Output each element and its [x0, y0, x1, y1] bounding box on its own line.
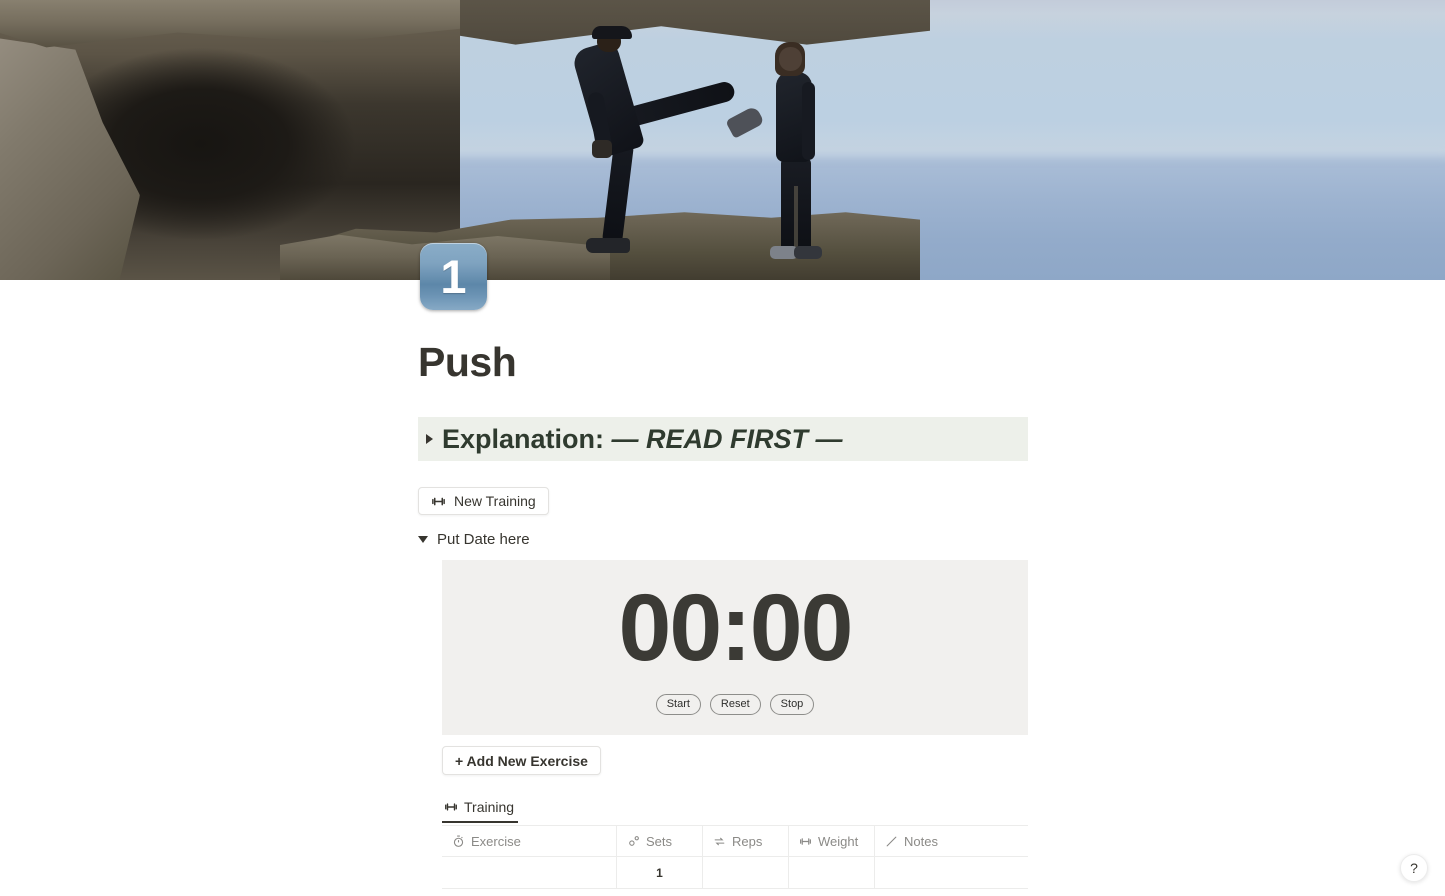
column-header-reps-label: Reps: [732, 833, 763, 849]
column-header-exercise-label: Exercise: [471, 833, 521, 849]
person-standing-head: [779, 47, 802, 71]
column-header-sets[interactable]: Sets: [617, 826, 703, 857]
column-header-weight-label: Weight: [818, 833, 859, 849]
date-toggle-block[interactable]: Put Date here: [418, 531, 1028, 548]
person-standing-arm: [802, 82, 815, 160]
chevron-down-icon[interactable]: [418, 536, 428, 544]
new-training-button[interactable]: New Training: [418, 487, 549, 516]
add-new-exercise-button[interactable]: + Add New Exercise: [442, 746, 601, 776]
person-standing-leg-gap: [794, 186, 798, 250]
pencil-icon: [885, 835, 898, 848]
training-database: Training Exercise Sets Reps Weight Notes…: [442, 797, 1028, 890]
cell-reps[interactable]: [703, 857, 789, 889]
explanation-label-plain: Explanation:: [442, 423, 612, 454]
person-kicking-hand: [592, 140, 612, 158]
column-header-exercise[interactable]: Exercise: [442, 826, 617, 857]
dumbbell-icon: [799, 835, 812, 848]
help-button[interactable]: ?: [1400, 854, 1428, 882]
stopwatch-icon: [452, 835, 465, 848]
timer-embed: 00:00 Start Reset Stop: [442, 560, 1028, 736]
date-toggle-label: Put Date here: [437, 531, 530, 549]
dumbbell-icon: [444, 800, 458, 814]
cell-sets[interactable]: 1: [617, 857, 703, 889]
column-header-sets-label: Sets: [646, 833, 673, 849]
page-content-column: Push Explanation: — READ FIRST — New Tra…: [418, 338, 1028, 890]
gear-icon: [627, 835, 640, 848]
tab-training[interactable]: Training: [442, 799, 519, 824]
cell-exercise[interactable]: [442, 857, 617, 889]
database-header-row: Exercise Sets Reps Weight Notes: [442, 825, 1028, 858]
person-standing-shoe: [586, 238, 630, 253]
cell-weight[interactable]: [789, 857, 875, 889]
table-row[interactable]: 1: [442, 857, 1028, 890]
column-header-reps[interactable]: Reps: [703, 826, 789, 857]
page-icon-number-one[interactable]: 1: [420, 243, 487, 310]
new-training-label: New Training: [454, 493, 536, 510]
repeat-icon: [713, 835, 726, 848]
person-standing-shoe-right: [794, 246, 822, 259]
cell-notes[interactable]: [875, 857, 1028, 888]
dumbbell-icon: [431, 494, 446, 509]
explanation-toggle-heading[interactable]: Explanation: — READ FIRST —: [418, 417, 1028, 462]
page-title[interactable]: Push: [418, 338, 1028, 387]
column-header-weight[interactable]: Weight: [789, 826, 875, 857]
timer-controls: Start Reset Stop: [655, 693, 815, 715]
timer-stop-button[interactable]: Stop: [769, 693, 815, 715]
column-header-notes[interactable]: Notes: [875, 826, 1028, 856]
column-header-notes-label: Notes: [904, 833, 938, 849]
timer-reset-button[interactable]: Reset: [709, 693, 761, 715]
chevron-right-icon[interactable]: [426, 434, 433, 445]
tab-training-label: Training: [464, 799, 515, 816]
explanation-heading-label: Explanation: — READ FIRST —: [442, 424, 843, 455]
timer-display: 00:00: [618, 574, 854, 681]
page-cover-image[interactable]: [0, 0, 1445, 280]
explanation-label-emphasis: — READ FIRST —: [611, 423, 843, 454]
page-body: Push Explanation: — READ FIRST — New Tra…: [0, 338, 1445, 890]
database-view-tabs: Training: [442, 797, 1028, 825]
timer-start-button[interactable]: Start: [655, 693, 701, 715]
person-kicking-cap: [592, 26, 632, 39]
